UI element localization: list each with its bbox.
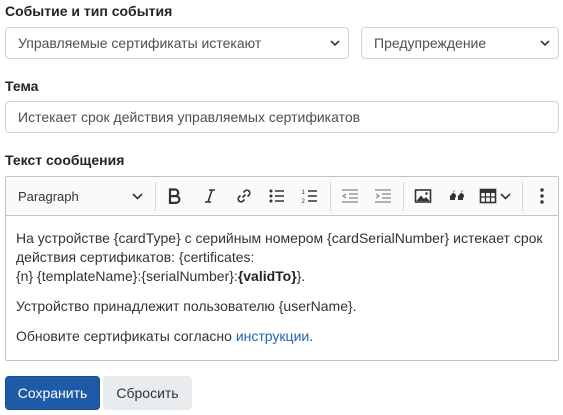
message-text: Обновите сертификаты согласно [16, 328, 236, 344]
italic-icon [205, 189, 215, 203]
subject-label: Тема [5, 78, 39, 94]
link-icon [237, 189, 251, 203]
insert-image-button[interactable] [409, 183, 437, 209]
event-select-value: Управляемые сертификаты истекают [18, 35, 262, 51]
block-quote-button[interactable] [443, 183, 471, 209]
chevron-down-icon [132, 193, 143, 200]
message-paragraph-3: Обновите сертификаты согласно инструкции… [16, 327, 548, 346]
valid-to-placeholder: {validTo} [237, 268, 297, 284]
event-section-label: Событие и тип события [5, 3, 173, 19]
message-line-end: }. [296, 268, 306, 284]
chevron-down-icon [540, 40, 550, 47]
message-label: Текст сообщения [5, 152, 125, 168]
numbered-list-icon: 1 2 [302, 190, 317, 205]
italic-button[interactable] [196, 183, 224, 209]
table-icon [479, 188, 497, 204]
quote-icon [450, 190, 464, 200]
message-editor[interactable]: Paragraph 1 2 На устройстве {cardType} с… [5, 176, 559, 361]
toolbar-divider [155, 182, 156, 211]
chevron-down-icon [330, 40, 340, 47]
save-button[interactable]: Сохранить [5, 376, 100, 410]
paragraph-format-label: Paragraph [18, 188, 79, 204]
subject-input-value: Истекает срок действия управляемых серти… [18, 109, 361, 125]
paragraph-format-dropdown[interactable]: Paragraph [12, 183, 152, 209]
insert-table-button[interactable] [473, 183, 517, 209]
reset-button[interactable]: Сбросить [103, 376, 192, 410]
indent-button[interactable] [369, 183, 397, 209]
more-options-button[interactable] [528, 183, 556, 209]
svg-text:2: 2 [302, 199, 306, 205]
editor-content[interactable]: На устройстве {cardType} с серийным номе… [6, 216, 558, 346]
message-text-end: . [309, 328, 314, 344]
outdent-icon [341, 189, 358, 203]
event-type-select-value: Предупреждение [374, 35, 487, 51]
message-paragraph-2: Устройство принадлежит пользователю {use… [16, 298, 357, 314]
event-type-select[interactable]: Предупреждение [361, 27, 559, 59]
event-select[interactable]: Управляемые сертификаты истекают [5, 27, 349, 59]
toolbar-divider [330, 182, 331, 211]
numbered-list-button[interactable]: 1 2 [296, 183, 324, 209]
message-paragraph-1: На устройстве {cardType} с серийным номе… [16, 229, 548, 286]
image-icon [414, 189, 432, 203]
editor-toolbar: Paragraph 1 2 [6, 177, 558, 216]
subject-input[interactable]: Истекает срок действия управляемых серти… [5, 101, 559, 133]
bold-icon [168, 188, 181, 204]
instructions-link[interactable]: инструкции [236, 328, 309, 344]
chevron-down-icon [500, 193, 511, 200]
message-line: На устройстве {cardType} с серийным номе… [16, 230, 543, 246]
indent-icon [375, 189, 391, 203]
toolbar-divider [522, 182, 523, 211]
outdent-button[interactable] [336, 183, 364, 209]
message-line: действия сертификатов: {certificates: [16, 249, 255, 265]
bulleted-list-icon [269, 189, 284, 203]
bulleted-list-button[interactable] [263, 183, 291, 209]
link-button[interactable] [230, 183, 258, 209]
svg-text:1: 1 [302, 190, 306, 196]
message-line: {n} {templateName}:{serialNumber}: [16, 268, 238, 284]
toolbar-divider [403, 182, 404, 211]
more-icon [540, 188, 544, 204]
bold-button[interactable] [160, 183, 188, 209]
